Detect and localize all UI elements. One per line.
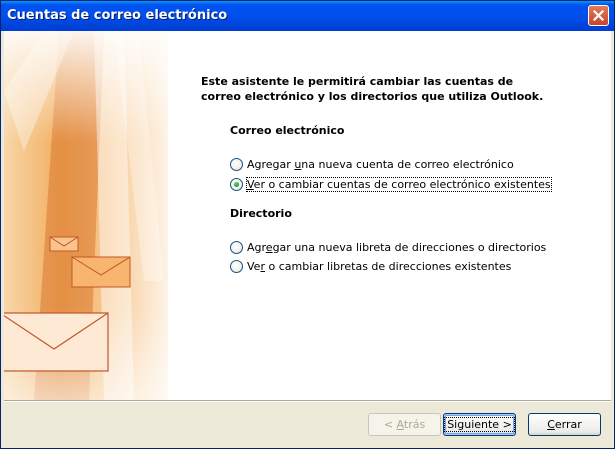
intro-line-1: Este asistente le permitirá cambiar las … (201, 75, 514, 88)
radio-label: Ver o cambiar cuentas de correo electrón… (246, 176, 552, 192)
radio-button-selected[interactable] (230, 177, 243, 191)
radio-label: Ver o cambiar libretas de direcciones ex… (247, 259, 512, 273)
radio-button[interactable] (230, 259, 243, 273)
radio-label: Agregar una nueva cuenta de correo elect… (247, 157, 514, 171)
email-section-heading: Correo electrónico (230, 124, 345, 137)
envelope-icon (71, 256, 131, 288)
envelope-icon (49, 236, 79, 252)
footer-separator (4, 400, 611, 402)
back-button[interactable]: < Atrás (368, 413, 441, 436)
radio-add-address-book[interactable]: Agregar una nueva libreta de direcciones… (230, 238, 546, 256)
title-bar[interactable]: Cuentas de correo electrónico (1, 1, 614, 31)
next-button[interactable]: Siguiente > (443, 413, 516, 436)
radio-button[interactable] (230, 157, 243, 171)
radio-add-email-account[interactable]: Agregar una nueva cuenta de correo elect… (230, 155, 514, 173)
radio-label: Agregar una nueva libreta de direcciones… (247, 240, 547, 254)
radio-button[interactable] (230, 240, 243, 254)
wizard-banner-image (4, 31, 168, 400)
close-window-button[interactable] (588, 5, 609, 26)
dialog-window: Cuentas de correo electrónico Este asist… (0, 0, 615, 449)
window-title: Cuentas de correo electrónico (7, 8, 228, 23)
close-button[interactable]: Cerrar (528, 413, 601, 436)
radio-view-change-email-accounts[interactable]: Ver o cambiar cuentas de correo electrón… (230, 175, 552, 193)
wizard-content: Este asistente le permitirá cambiar las … (4, 31, 611, 400)
directory-section-heading: Directorio (230, 207, 292, 220)
radio-view-change-address-books[interactable]: Ver o cambiar libretas de direcciones ex… (230, 257, 511, 275)
intro-text: Este asistente le permitirá cambiar las … (201, 74, 601, 104)
envelope-icon (4, 312, 109, 372)
intro-line-2: correo electrónico y los directorios que… (201, 90, 544, 103)
close-icon (593, 10, 604, 21)
